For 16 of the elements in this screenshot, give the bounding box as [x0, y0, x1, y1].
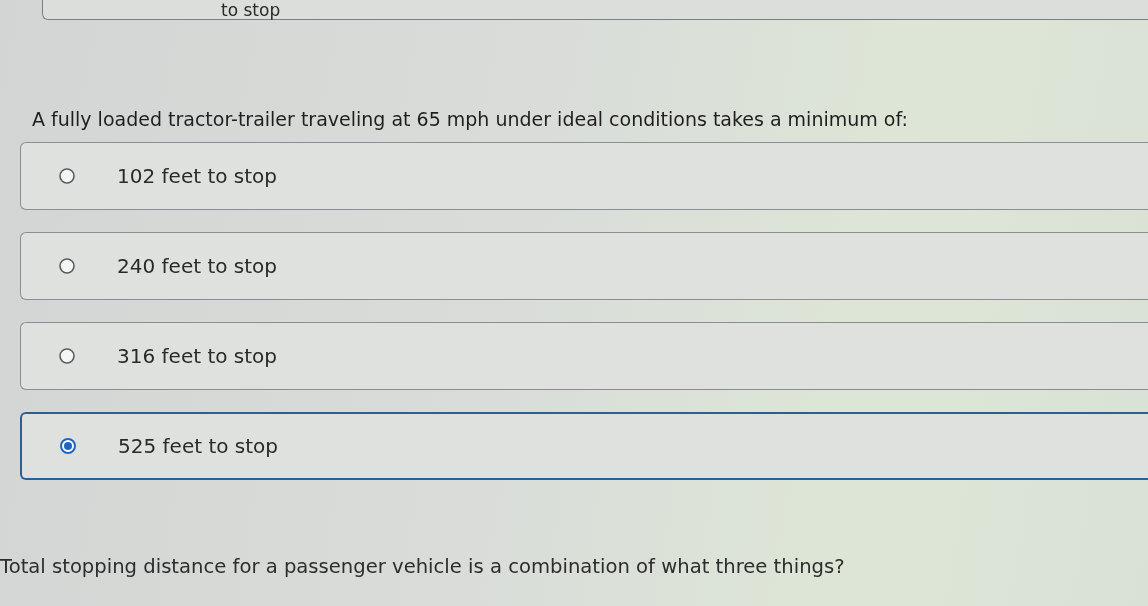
question-text: A fully loaded tractor-trailer traveling at 65 mph under ideal conditions takes a minimum of: — [32, 107, 909, 132]
option-label: 102 feet to stop — [117, 164, 277, 188]
radio-icon[interactable] — [59, 168, 75, 184]
radio-selected-icon[interactable] — [60, 438, 76, 454]
option-label: 525 feet to stop — [118, 434, 278, 458]
radio-icon[interactable] — [59, 258, 75, 274]
option-label: 240 feet to stop — [117, 254, 277, 278]
option-label: 316 feet to stop — [117, 344, 277, 368]
option-label: to stop — [221, 1, 281, 19]
answer-option[interactable]: 102 feet to stop — [20, 142, 1148, 210]
answer-option-card[interactable]: to stop — [42, 0, 1148, 20]
radio-icon[interactable] — [59, 348, 75, 364]
answer-option[interactable]: 525 feet to stop — [20, 412, 1148, 480]
answer-option[interactable]: 240 feet to stop — [20, 232, 1148, 300]
answer-option[interactable]: 316 feet to stop — [20, 322, 1148, 390]
question-text: Total stopping distance for a passenger vehicle is a combination of what three things? — [0, 554, 846, 580]
